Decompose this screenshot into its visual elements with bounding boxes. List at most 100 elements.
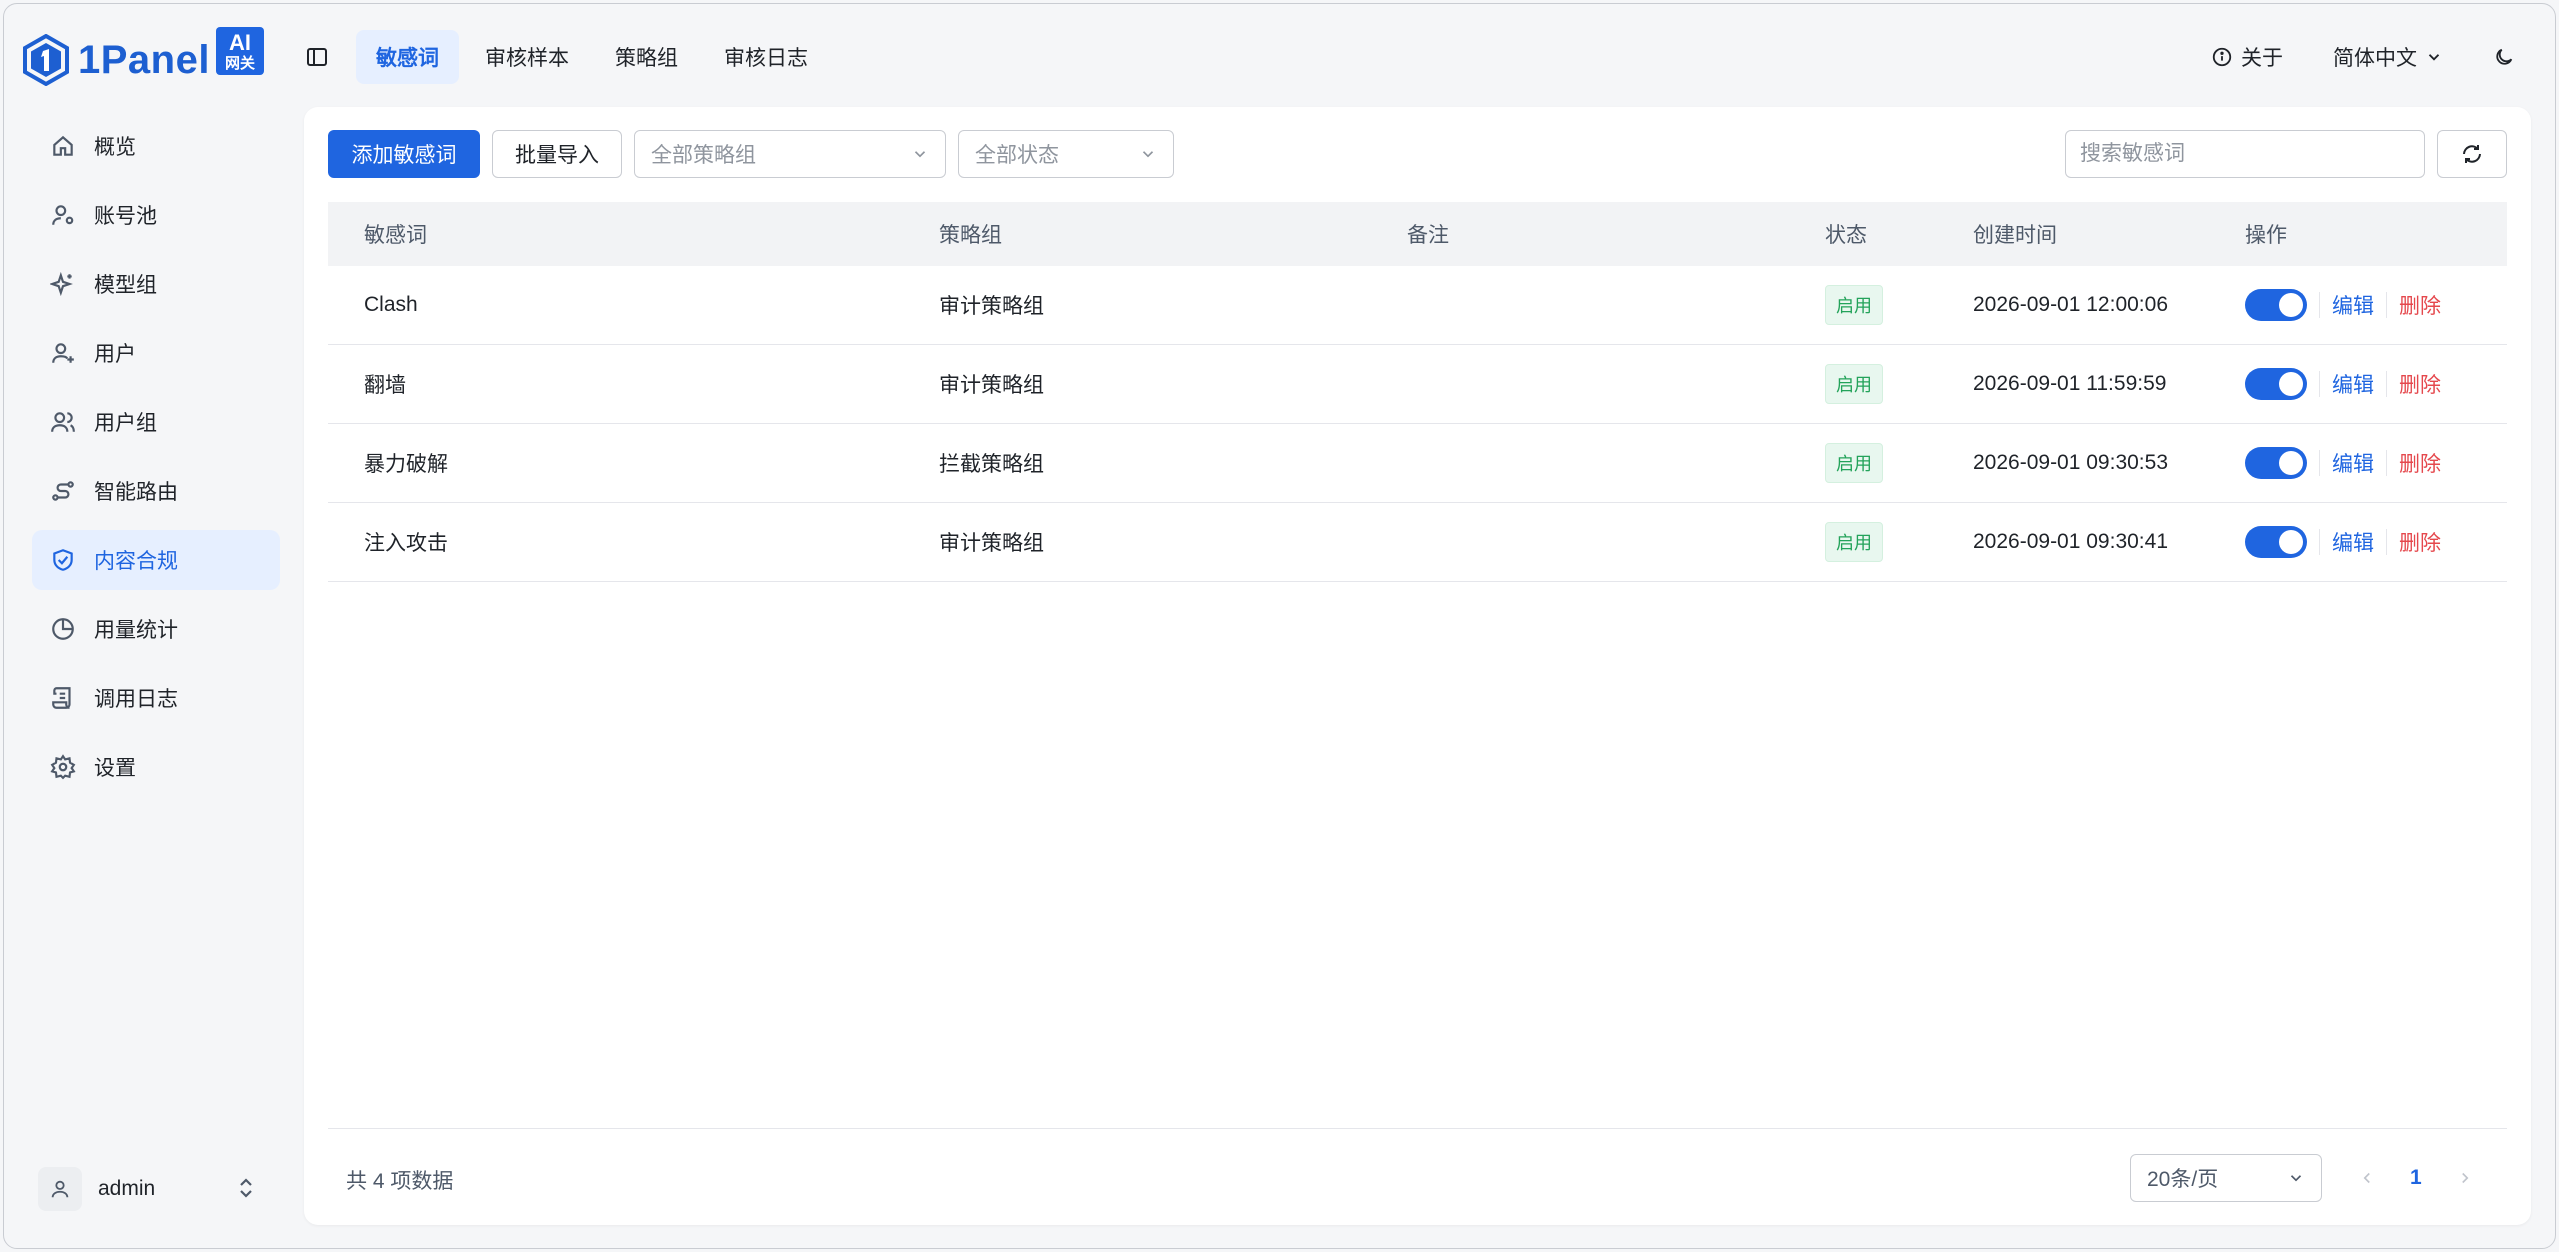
sidebar-item-label: 用量统计 <box>94 619 178 642</box>
users-icon <box>51 412 75 432</box>
cell-policy: 拦截策略组 <box>939 453 1044 476</box>
cell-policy: 审计策略组 <box>939 374 1044 397</box>
divider <box>2319 529 2320 555</box>
divider <box>2386 450 2387 476</box>
delete-link[interactable]: 删除 <box>2399 527 2441 557</box>
footer-divider <box>328 1128 2507 1129</box>
chevron-left-icon <box>2363 1172 2370 1184</box>
delete-link[interactable]: 删除 <box>2399 369 2441 399</box>
enable-toggle[interactable] <box>2245 447 2307 479</box>
user-menu[interactable]: admin <box>32 1158 280 1220</box>
sidebar-item-smart-routing[interactable]: 智能路由 <box>32 461 280 521</box>
divider <box>2319 371 2320 397</box>
edit-link[interactable]: 编辑 <box>2332 290 2374 320</box>
next-page-button[interactable] <box>2456 1169 2474 1187</box>
divider <box>2386 292 2387 318</box>
enable-toggle[interactable] <box>2245 368 2307 400</box>
brand-logo[interactable]: 1Panel AI 网关 <box>22 27 264 90</box>
cell-created: 2026-09-01 12:00:06 <box>1973 293 2168 316</box>
sidebar-item-label: 用户 <box>94 343 136 366</box>
chevron-down-icon <box>2428 54 2440 61</box>
sidebar-item-label: 调用日志 <box>94 688 178 711</box>
total-count: 共 4 项数据 <box>346 1170 454 1193</box>
edit-link[interactable]: 编辑 <box>2332 369 2374 399</box>
sidebar-item-usage-stats[interactable]: 用量统计 <box>32 599 280 659</box>
route-icon <box>52 481 74 501</box>
about-label: 关于 <box>2241 47 2283 70</box>
chevron-down-icon <box>2290 1175 2302 1182</box>
username: admin <box>98 1177 156 1200</box>
search-input[interactable] <box>2065 130 2425 178</box>
sidebar-item-content-compliance[interactable]: 内容合规 <box>32 530 280 590</box>
sidebar-item-label: 账号池 <box>94 205 157 228</box>
delete-link[interactable]: 删除 <box>2399 448 2441 478</box>
logo-hexagon-icon <box>23 34 69 86</box>
status-badge: 启用 <box>1825 522 1883 562</box>
sidebar-toggle-button[interactable] <box>302 42 332 72</box>
header-ops: 操作 <box>2245 224 2287 247</box>
header-status: 状态 <box>1825 224 1867 247</box>
brand-badge-top: AI <box>228 29 251 55</box>
pagination: 1 <box>2358 1154 2474 1202</box>
divider <box>2386 529 2387 555</box>
sidebar-item-label: 内容合规 <box>94 550 178 573</box>
status-badge: 启用 <box>1825 364 1883 404</box>
cell-policy: 审计策略组 <box>939 295 1044 318</box>
enable-toggle[interactable] <box>2245 526 2307 558</box>
sidebar-item-label: 智能路由 <box>94 481 178 504</box>
cell-policy: 审计策略组 <box>939 532 1044 555</box>
sidebar-item-label: 用户组 <box>94 412 157 435</box>
row-actions: 编辑 删除 <box>2245 447 2441 479</box>
language-label: 简体中文 <box>2333 47 2417 70</box>
chevron-right-icon <box>2461 1172 2469 1184</box>
row-actions: 编辑 删除 <box>2245 368 2441 400</box>
table-row: 暴力破解 拦截策略组 启用 2026-09-01 09:30:53 编辑 删除 <box>328 424 2507 503</box>
top-tabs: 敏感词 审核样本 策略组 审核日志 <box>356 30 828 84</box>
language-select[interactable]: 简体中文 <box>2333 42 2443 72</box>
table-row: Clash 审计策略组 启用 2026-09-01 12:00:06 编辑 删除 <box>328 266 2507 345</box>
sidebar-item-call-logs[interactable]: 调用日志 <box>32 668 280 728</box>
sidebar-item-user-groups[interactable]: 用户组 <box>32 392 280 452</box>
about-button[interactable]: 关于 <box>2211 42 2283 72</box>
status-badge: 启用 <box>1825 443 1883 483</box>
table-row: 翻墙 审计策略组 启用 2026-09-01 11:59:59 编辑 删除 <box>328 345 2507 424</box>
enable-toggle[interactable] <box>2245 289 2307 321</box>
sidebar-item-label: 概览 <box>94 136 136 159</box>
chevron-down-icon <box>914 151 926 158</box>
page-number[interactable]: 1 <box>2410 1166 2422 1190</box>
cell-created: 2026-09-01 09:30:53 <box>1973 451 2168 474</box>
tab-policy-groups[interactable]: 策略组 <box>595 30 698 84</box>
edit-link[interactable]: 编辑 <box>2332 448 2374 478</box>
divider <box>2386 371 2387 397</box>
edit-link[interactable]: 编辑 <box>2332 527 2374 557</box>
sidebar-item-label: 模型组 <box>94 274 157 297</box>
delete-link[interactable]: 删除 <box>2399 290 2441 320</box>
theme-toggle-button[interactable] <box>2493 46 2515 68</box>
refresh-button[interactable] <box>2437 130 2507 178</box>
status-badge: 启用 <box>1825 285 1883 325</box>
row-actions: 编辑 删除 <box>2245 289 2441 321</box>
tab-sensitive-words[interactable]: 敏感词 <box>356 30 459 84</box>
tab-audit-logs[interactable]: 审核日志 <box>704 30 828 84</box>
header-note: 备注 <box>1407 224 1449 247</box>
sidebar-item-overview[interactable]: 概览 <box>32 116 280 176</box>
sidebar-item-users[interactable]: 用户 <box>32 323 280 383</box>
user-icon <box>51 1180 69 1198</box>
sidebar-item-account-pool[interactable]: 账号池 <box>32 185 280 245</box>
prev-page-button[interactable] <box>2358 1169 2376 1187</box>
refresh-icon <box>2463 145 2481 163</box>
sidebar-item-model-groups[interactable]: 模型组 <box>32 254 280 314</box>
info-icon <box>2212 47 2232 67</box>
toolbar: 添加敏感词 批量导入 全部策略组 全部状态 <box>328 130 2507 178</box>
policy-group-select[interactable]: 全部策略组 <box>634 130 946 178</box>
cell-word: 暴力破解 <box>364 453 448 476</box>
divider <box>2319 292 2320 318</box>
pie-chart-icon <box>52 618 74 640</box>
add-sensitive-word-button[interactable]: 添加敏感词 <box>328 130 480 178</box>
home-icon <box>53 135 73 156</box>
sidebar-item-settings[interactable]: 设置 <box>32 737 280 797</box>
tab-audit-samples[interactable]: 审核样本 <box>465 30 589 84</box>
page-size-select[interactable]: 20条/页 <box>2130 1154 2322 1202</box>
batch-import-button[interactable]: 批量导入 <box>492 130 622 178</box>
status-select[interactable]: 全部状态 <box>958 130 1174 178</box>
